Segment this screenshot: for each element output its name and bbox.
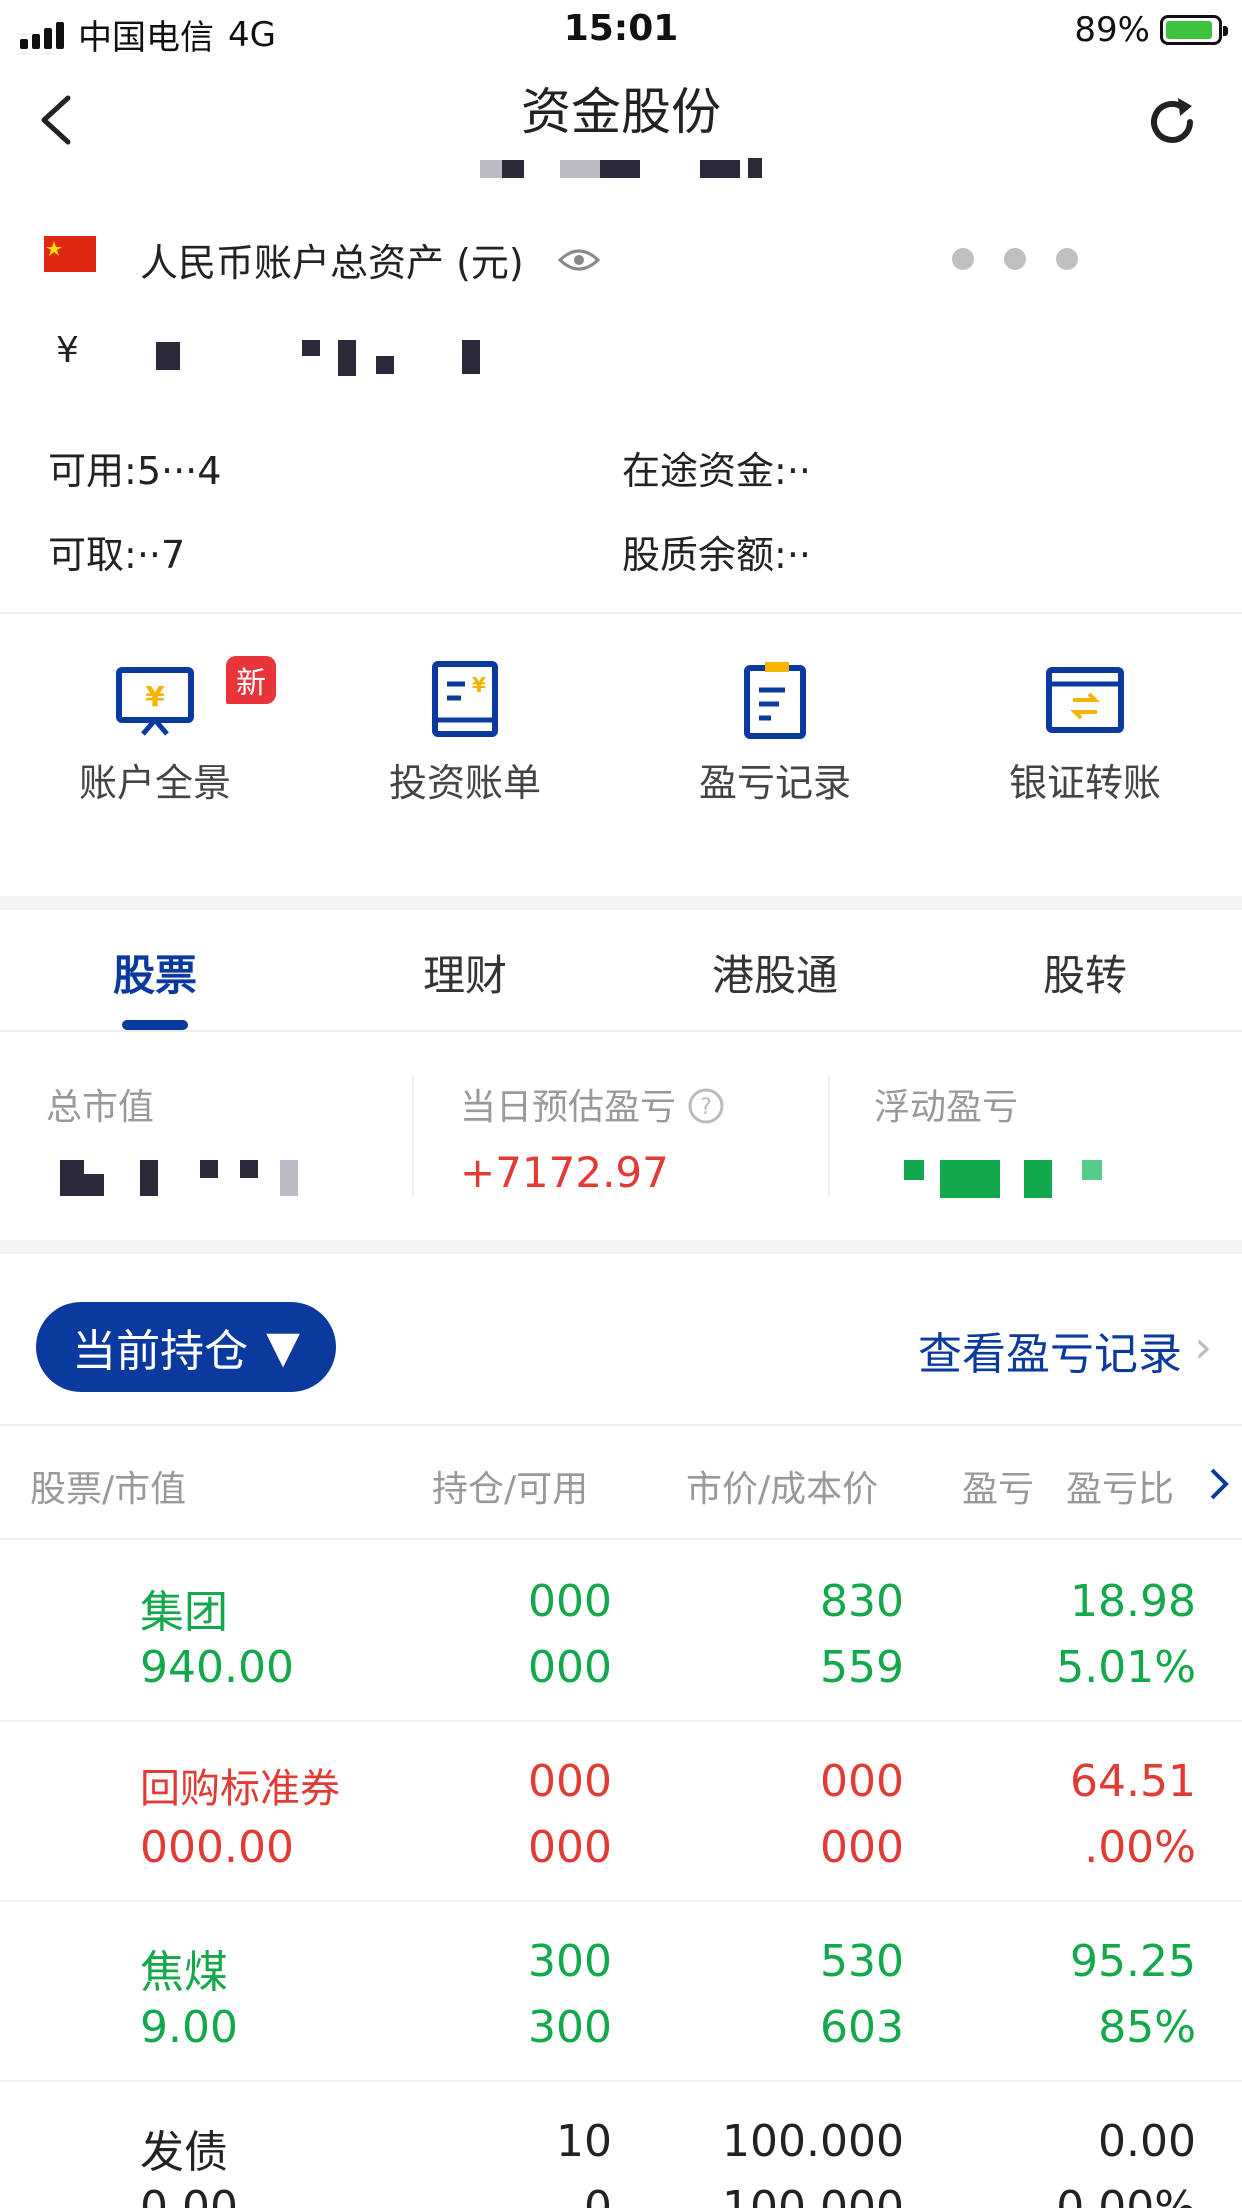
market-price: 830 [820,1576,904,1627]
market-value-label: 总市值 [46,1087,155,1128]
tab-wealth[interactable]: 理财 [310,942,620,1003]
market-value: 000.00 [140,1822,294,1873]
account-panorama-icon: ¥ [116,667,194,736]
profit-loss-record-icon [744,662,806,739]
battery-icon [1160,15,1228,45]
avail-qty: 0 [584,2182,612,2208]
total-assets-label: 人民币账户总资产 (元) [140,241,524,285]
cost-price: 000 [820,1822,904,1873]
section-divider [0,1240,1242,1254]
account-number-mask[interactable] [480,158,800,182]
pl-ratio: 5.01% [1056,1642,1196,1693]
market-value: 9.00 [140,2002,238,2053]
column-pl-ratio[interactable]: 盈亏比 [1066,1460,1174,1512]
cost-price: 100.000 [722,2182,904,2208]
nav-bar: 资金股份 [0,62,1242,192]
divider [0,612,1242,614]
stock-name: 发债 [140,2127,228,2178]
divider [0,1424,1242,1426]
cost-price: 603 [820,2002,904,2053]
battery-percent: 89% [1074,10,1150,50]
page-title: 资金股份 [521,83,721,141]
hold-qty: 300 [528,1936,612,1987]
avail-qty: 000 [528,1642,612,1693]
status-time: 15:01 [563,8,679,49]
total-assets-mask [140,336,480,376]
bank-transfer-icon [1046,667,1124,733]
daily-pl-label: 当日预估盈亏 ? [460,1078,725,1130]
market-value-mask [60,1160,310,1200]
divider [0,1030,1242,1032]
cost-price: 559 [820,1642,904,1693]
market-price: 000 [820,1756,904,1807]
pl-value: 0.00 [1098,2116,1196,2167]
avail-qty: 000 [528,1822,612,1873]
pl-value: 95.25 [1070,1936,1196,1987]
divider [0,1720,1242,1722]
avail-qty: 300 [528,2002,612,2053]
chevron-right-icon[interactable] [1208,1466,1230,1502]
divider [0,1900,1242,1902]
floating-pl-mask [876,1160,1106,1200]
pl-ratio: 0.00% [1056,2182,1196,2208]
hold-qty: 10 [556,2116,612,2167]
cny-flag-icon [44,236,96,272]
column-hold-available[interactable]: 持仓/可用 [432,1460,588,1512]
column-stock-value[interactable]: 股票/市值 [30,1460,186,1512]
table-row[interactable]: 集团 940.00 000 000 830 559 18.98 5.01% [0,1576,1242,1726]
pl-ratio: .00% [1084,1822,1196,1873]
battery-info: 89% [1074,10,1228,50]
svg-text:?: ? [701,1095,713,1120]
table-row[interactable]: 发债 0.00 10 0 100.000 100.000 0.00 0.00% [0,2116,1242,2208]
quick-action-profit-loss-record[interactable]: 盈亏记录 [620,660,930,807]
divider [412,1076,414,1196]
eye-icon[interactable] [558,246,600,274]
view-pl-record-link[interactable]: 查看盈亏记录 [918,1318,1182,1382]
market-value: 0.00 [140,2182,238,2208]
tab-indicator [122,1020,188,1030]
hold-qty: 000 [528,1576,612,1627]
pl-value: 18.98 [1070,1576,1196,1627]
svg-text:¥: ¥ [472,673,486,697]
section-divider [0,896,1242,910]
table-row[interactable]: 回购标准券 000.00 000 000 000 000 64.51 .00% [0,1756,1242,1906]
caret-down-icon: ▼ [266,1321,300,1373]
pledge-balance: 股质余额:·· [622,533,811,577]
svg-text:¥: ¥ [145,680,165,713]
daily-pl-value: +7172.97 [460,1148,669,1197]
stock-name: 回购标准券 [140,1766,340,1812]
market-value: 940.00 [140,1642,294,1693]
divider [0,2080,1242,2082]
in-transit-funds: 在途资金:·· [622,449,811,493]
pl-ratio: 85% [1098,2002,1196,2053]
help-icon[interactable]: ? [687,1087,725,1125]
pl-value: 64.51 [1070,1756,1196,1807]
divider [828,1076,830,1196]
status-bar: 中国电信 4G 15:01 89% [0,0,1242,62]
column-price-cost[interactable]: 市价/成本价 [686,1460,878,1512]
table-row[interactable]: 焦煤 9.00 300 300 530 603 95.25 85% [0,1936,1242,2086]
chevron-right-icon[interactable]: › [1194,1322,1212,1373]
market-price: 530 [820,1936,904,1987]
position-filter-dropdown[interactable]: 当前持仓 ▼ [36,1302,336,1392]
tab-stocks[interactable]: 股票 [0,942,310,1003]
tab-hk-connect[interactable]: 港股通 [620,942,930,1003]
refresh-icon[interactable] [1142,92,1202,152]
investment-bill-icon: ¥ [432,661,498,737]
quick-action-investment-bill[interactable]: ¥ 投资账单 [310,660,620,807]
quick-action-bank-transfer[interactable]: 银证转账 [930,660,1240,807]
column-pl[interactable]: 盈亏 [962,1460,1034,1512]
currency-symbol: ¥ [56,330,79,371]
floating-pl-label: 浮动盈亏 [874,1087,1019,1128]
market-price: 100.000 [722,2116,904,2167]
stock-name: 集团 [140,1587,228,1638]
tab-share-transfer[interactable]: 股转 [930,942,1240,1003]
divider [0,1538,1242,1540]
new-badge: 新 [226,656,276,704]
hold-qty: 000 [528,1756,612,1807]
page-dots[interactable] [952,248,1078,270]
available-funds: 可用:5···4 [48,449,222,493]
stock-name: 焦煤 [140,1947,228,1998]
withdrawable-funds: 可取:··7 [48,533,186,577]
